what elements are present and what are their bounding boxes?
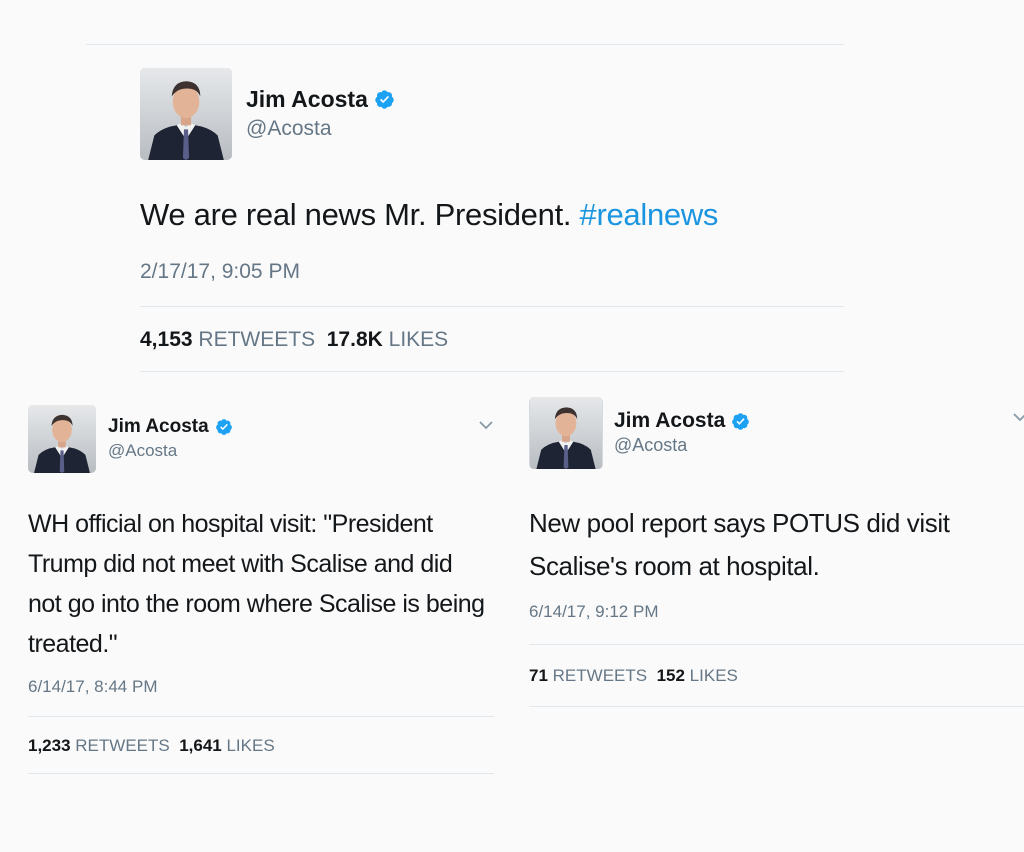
divider [140,306,844,307]
retweets-label[interactable]: RETWEETS [198,328,315,351]
author-handle[interactable]: @Acosta [614,435,687,456]
divider [140,371,844,372]
tweet-text: New pool report says POTUS did visit Sca… [529,508,950,581]
author-name[interactable]: Jim Acosta [246,86,395,113]
tweet-text: We are real news Mr. President. #realnew… [140,197,840,233]
tweet-card: Jim Acosta @Acosta WH official on hospit… [0,380,512,852]
engagement-stats: 1,233 RETWEETS 1,641 LIKES [28,736,275,756]
author-handle[interactable]: @Acosta [108,441,177,461]
divider [28,773,494,774]
like-count[interactable]: 152 [657,666,685,685]
verified-badge-icon [215,419,232,435]
chevron-down-icon[interactable] [1012,410,1024,428]
tweet-text-body: We are real news Mr. President. [140,197,572,232]
avatar[interactable] [140,68,232,160]
engagement-stats: 71 RETWEETS 152 LIKES [529,666,738,686]
retweet-count[interactable]: 4,153 [140,328,193,351]
hashtag-link[interactable]: #realnews [580,197,719,232]
chevron-down-icon[interactable] [478,418,494,436]
author-name-text: Jim Acosta [614,409,726,432]
likes-label[interactable]: LIKES [226,736,274,755]
avatar[interactable] [28,405,96,473]
retweet-count[interactable]: 1,233 [28,736,71,755]
timestamp[interactable]: 6/14/17, 9:12 PM [529,602,658,622]
verified-badge-icon [732,412,750,430]
author-name-text: Jim Acosta [108,416,209,437]
retweets-label[interactable]: RETWEETS [75,736,169,755]
likes-label[interactable]: LIKES [690,666,738,685]
author-name[interactable]: Jim Acosta [108,416,233,438]
timestamp[interactable]: 6/14/17, 8:44 PM [28,677,157,697]
tweet-card: Jim Acosta @Acosta We are real news Mr. … [0,0,1024,380]
tweet-text: WH official on hospital visit: "Presiden… [28,510,485,658]
divider [28,716,494,717]
likes-label[interactable]: LIKES [389,328,449,351]
like-count[interactable]: 17.8K [327,328,383,351]
tweet-card: Jim Acosta @Acosta New pool report says … [512,380,1024,852]
author-handle[interactable]: @Acosta [246,117,332,141]
author-name[interactable]: Jim Acosta [614,409,750,433]
retweet-count[interactable]: 71 [529,666,548,685]
like-count[interactable]: 1,641 [179,736,222,755]
retweets-label[interactable]: RETWEETS [553,666,647,685]
avatar[interactable] [529,397,603,469]
verified-badge-icon [375,90,394,109]
timestamp[interactable]: 2/17/17, 9:05 PM [140,260,300,284]
divider [529,644,1024,645]
engagement-stats: 4,153 RETWEETS 17.8K LIKES [140,328,448,352]
author-name-text: Jim Acosta [246,86,368,112]
divider [529,706,1024,707]
